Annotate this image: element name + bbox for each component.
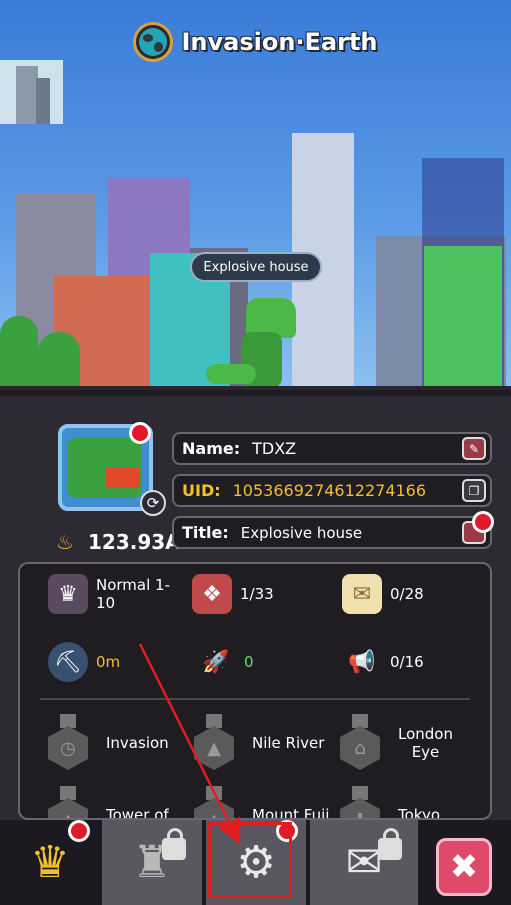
stat-value: 0m (96, 653, 121, 671)
scene-title-badge: Explosive house (190, 252, 322, 282)
avatar-notification-dot (129, 422, 151, 444)
highlight-box (208, 822, 292, 898)
medal-icon: ▲ (46, 786, 90, 818)
close-button[interactable]: ✖ (436, 838, 492, 896)
title-bar: Invasion·Earth (0, 22, 511, 62)
nav-crown-notification-dot (68, 820, 90, 842)
stat-megaphone: 📢 0/16 (342, 642, 424, 682)
rocket-icon: 🚀 (202, 649, 230, 675)
stat-monsters: ❖ 1/33 (192, 574, 274, 614)
medal-item[interactable]: ◷ Invasion (46, 714, 169, 772)
stat-scroll: ✉ 0/28 (342, 574, 424, 614)
medal-item[interactable]: ⌂ London Eye (338, 714, 453, 772)
medal-label: Tower of (106, 806, 169, 820)
medal-label: Tokyo (398, 806, 440, 820)
stat-rocket: 🚀 0 (196, 642, 254, 682)
name-row: Name: TDXZ ✎ (172, 432, 492, 465)
close-icon: ✖ (449, 847, 479, 887)
cross-medal-icon: ✚ (338, 786, 382, 818)
medal-label: Nile River (252, 734, 325, 752)
scroll-icon: ✉ (342, 574, 382, 614)
stat-depth: ⛏ 0m (48, 642, 120, 682)
pickaxe-icon: ⛏ (48, 642, 88, 682)
stat-difficulty: ♛ Normal 1- 10 (48, 574, 170, 614)
crown-icon: ♛ (30, 837, 70, 888)
uid-value: 1053669274612274166 (232, 481, 427, 500)
lock-icon (378, 828, 402, 860)
title-notification-dot (472, 511, 494, 533)
power-value: 123.93A (88, 530, 181, 554)
medal-item[interactable]: ▲ Tower of (46, 786, 169, 820)
uid-row: UID: 1053669274612274166 ❐ (172, 474, 492, 507)
monsters-icon: ❖ (192, 574, 232, 614)
stat-value: 1/33 (240, 585, 274, 603)
medal-label: Invasion (106, 734, 169, 752)
mountain-medal-icon: ▲ (192, 786, 236, 818)
difficulty-icon: ♛ (48, 574, 88, 614)
name-label: Name: (182, 439, 241, 458)
stat-value: 0 (244, 653, 254, 671)
mail-icon: ✉ (345, 837, 383, 888)
stat-value: 0/16 (390, 653, 424, 671)
divider (40, 698, 470, 700)
power-icon: ♨ (56, 530, 74, 554)
stats-panel: ♛ Normal 1- 10 ❖ 1/33 ✉ 0/28 ⛏ 0m 🚀 0 📢 … (18, 562, 492, 820)
pyramid-medal-icon: ▲ (192, 714, 236, 772)
refresh-icon[interactable]: ⟳ (140, 490, 166, 516)
megaphone-icon: 📢 (348, 649, 376, 675)
medal-item[interactable]: ▲ Nile River (192, 714, 324, 772)
app-title: Invasion·Earth (181, 28, 378, 56)
tower-medal-icon: ⌂ (338, 714, 382, 772)
medal-label: London Eye (398, 725, 453, 761)
title-row: Title: Explosive house (172, 516, 492, 549)
uid-label: UID: (182, 481, 221, 500)
globe-icon (133, 22, 174, 62)
edit-name-button[interactable]: ✎ (462, 437, 486, 460)
nav-mail[interactable]: ✉ (308, 820, 420, 905)
title-value: Explosive house (240, 523, 363, 542)
name-value: TDXZ (252, 439, 297, 458)
lock-icon (162, 828, 186, 860)
title-label: Title: (182, 523, 229, 542)
medal-item[interactable]: ✚ Tokyo (338, 786, 440, 820)
stat-value: 0/28 (390, 585, 424, 603)
monster-sprite (206, 298, 306, 388)
nav-ranking[interactable]: ♜ (100, 820, 204, 905)
medal-label: Mount Fuji (252, 806, 330, 820)
stat-value: Normal 1- 10 (96, 576, 170, 612)
copy-icon: ❐ (468, 483, 480, 498)
thumbnail-image[interactable] (0, 60, 63, 124)
pencil-icon: ✎ (468, 441, 480, 456)
clock-medal-icon: ◷ (46, 714, 90, 772)
game-scene: Invasion·Earth Explosive house (0, 0, 511, 390)
medal-item[interactable]: ▲ Mount Fuji (192, 786, 330, 820)
copy-uid-button[interactable]: ❐ (462, 479, 486, 502)
